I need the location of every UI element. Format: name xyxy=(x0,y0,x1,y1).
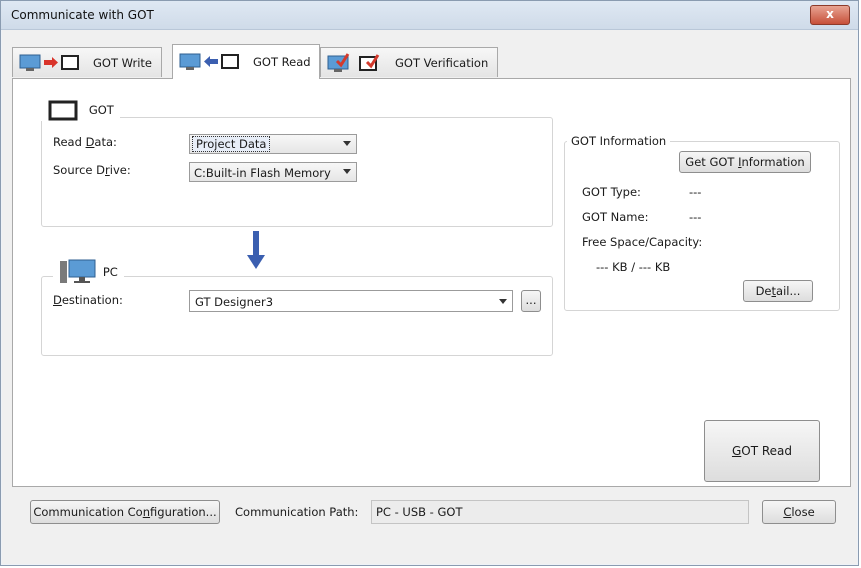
tab-got-verification-label: GOT Verification xyxy=(395,55,489,70)
destination-browse-button[interactable]: ... xyxy=(521,290,541,312)
dialog-client: GOT Write GOT Read GOT Verification GOT … xyxy=(2,30,857,564)
communication-configuration-button[interactable]: Communication Configuration... xyxy=(30,500,220,524)
got-name-value: --- xyxy=(689,210,702,224)
got-name-label: GOT Name: xyxy=(582,210,649,224)
got-group-header: GOT xyxy=(41,99,120,121)
got-verification-icon xyxy=(327,52,380,72)
tab-got-read[interactable]: GOT Read xyxy=(172,44,320,79)
source-drive-dropdown[interactable]: C:Built-in Flash Memory xyxy=(189,162,357,182)
read-data-value: Project Data xyxy=(192,136,271,152)
tab-got-write-label: GOT Write xyxy=(93,55,153,70)
tab-got-read-label: GOT Read xyxy=(253,55,311,69)
pc-group-title: PC xyxy=(102,265,118,279)
read-data-label: Read Data: xyxy=(53,135,117,149)
free-space-value: --- KB / --- KB xyxy=(596,260,671,274)
got-type-label: GOT Type: xyxy=(582,185,641,199)
got-monitor-icon xyxy=(48,100,78,121)
pc-icon xyxy=(60,259,96,283)
destination-label: Destination: xyxy=(53,293,123,307)
detail-button[interactable]: Detail... xyxy=(743,280,813,302)
chevron-down-icon xyxy=(343,169,351,174)
got-write-icon xyxy=(19,54,79,71)
source-drive-label: Source Drive: xyxy=(53,163,131,177)
got-read-button[interactable]: GOT Read xyxy=(704,420,820,482)
pc-group xyxy=(41,276,553,356)
read-direction-arrow-icon xyxy=(247,231,265,269)
window-title: Communicate with GOT xyxy=(11,8,154,22)
title-bar: Communicate with GOT x xyxy=(1,1,858,30)
tab-got-verification[interactable]: GOT Verification xyxy=(320,47,498,77)
destination-dropdown[interactable]: GT Designer3 xyxy=(189,290,513,312)
got-group-title: GOT xyxy=(88,103,114,117)
close-window-button[interactable]: x xyxy=(810,5,850,25)
got-type-value: --- xyxy=(689,185,702,199)
chevron-down-icon xyxy=(343,141,351,146)
communication-path-field: PC - USB - GOT xyxy=(371,500,749,524)
free-space-label: Free Space/Capacity: xyxy=(582,235,703,249)
tab-got-write[interactable]: GOT Write xyxy=(12,47,162,77)
chevron-down-icon xyxy=(499,299,507,304)
close-button[interactable]: Close xyxy=(762,500,836,524)
pc-group-header: PC xyxy=(53,259,124,285)
communicate-with-got-dialog: Communicate with GOT x GOT Write GOT Rea… xyxy=(0,0,859,566)
get-got-information-button[interactable]: Get GOT Information xyxy=(679,151,811,173)
got-read-panel: GOT Read Data: Project Data Source Drive… xyxy=(12,78,851,487)
got-read-icon xyxy=(179,53,239,70)
close-icon: x xyxy=(826,7,834,21)
got-information-title: GOT Information xyxy=(567,134,671,148)
read-data-dropdown[interactable]: Project Data xyxy=(189,134,357,154)
source-drive-value: C:Built-in Flash Memory xyxy=(194,166,331,180)
destination-value: GT Designer3 xyxy=(195,295,274,309)
communication-path-label: Communication Path: xyxy=(235,505,359,519)
